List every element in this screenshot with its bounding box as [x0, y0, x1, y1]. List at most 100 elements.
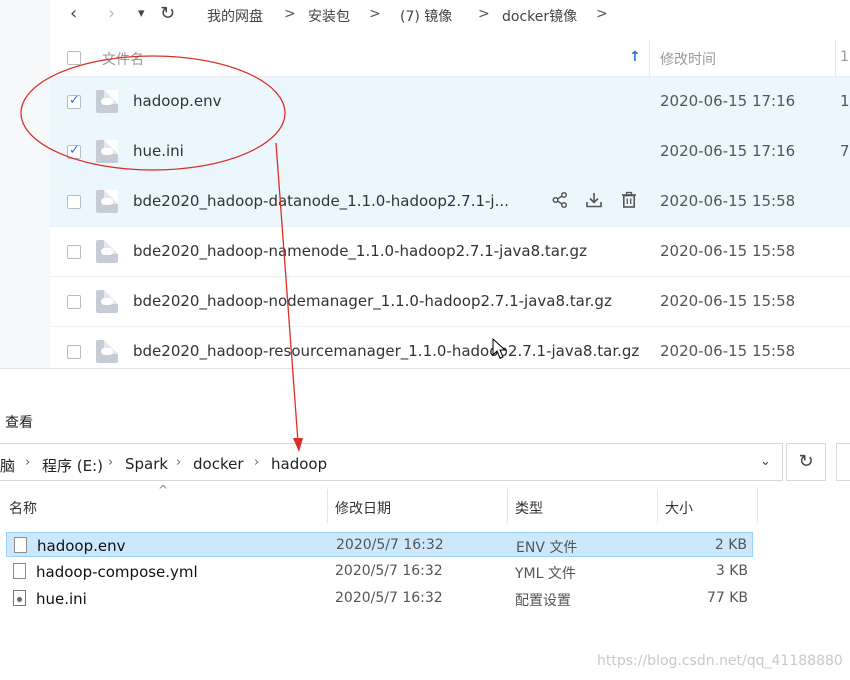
address-separator-icon[interactable]: › [254, 455, 259, 470]
breadcrumb-separator: > [478, 6, 490, 22]
file-row[interactable]: bde2020_hadoop-datanode_1.1.0-hadoop2.7.… [50, 177, 850, 227]
column-header-date[interactable]: 修改日期 [335, 498, 391, 518]
row-checkbox[interactable]: ✓ [67, 143, 81, 159]
file-name[interactable]: hadoop.env [37, 537, 125, 555]
config-file-icon [13, 590, 26, 606]
file-type: 配置设置 [515, 593, 571, 609]
file-name[interactable]: hadoop-compose.yml [36, 563, 198, 581]
address-bar[interactable]: 脑 › 程序 (E:) › Spark › docker › hadoop ⌄ [0, 443, 783, 481]
sort-ascending-icon[interactable]: ↑ [629, 49, 641, 65]
column-header-extra[interactable]: 1 [840, 49, 849, 65]
file-row[interactable]: ✓ hadoop.env 2020-06-15 17:16 1 [50, 77, 850, 127]
file-row[interactable]: bde2020_hadoop-resourcemanager_1.1.0-had… [50, 327, 850, 368]
address-crumb-computer[interactable]: 脑 [0, 455, 15, 476]
address-crumb-drive[interactable]: 程序 (E:) [42, 455, 103, 476]
breadcrumb-separator: > [369, 6, 381, 22]
file-name[interactable]: bde2020_hadoop-namenode_1.1.0-hadoop2.7.… [133, 242, 587, 260]
file-date: 2020/5/7 16:32 [335, 563, 443, 579]
column-divider[interactable] [327, 489, 328, 523]
file-extra-column: 1 [840, 92, 850, 110]
file-name[interactable]: bde2020_hadoop-resourcemanager_1.1.0-had… [133, 342, 639, 360]
back-arrow-icon[interactable]: ‹ [70, 4, 77, 24]
address-separator-icon[interactable]: › [176, 455, 181, 470]
file-name[interactable]: hue.ini [133, 142, 184, 160]
explorer-refresh-button[interactable]: ↻ [786, 443, 826, 481]
column-header-name[interactable]: 名称 [9, 498, 37, 518]
address-history-chevron-icon[interactable]: ⌄ [760, 454, 771, 469]
column-divider[interactable] [657, 489, 658, 523]
file-icon [13, 563, 26, 579]
history-dropdown-icon[interactable]: ▾ [138, 4, 145, 24]
file-icon [96, 290, 118, 313]
column-divider[interactable] [835, 40, 836, 76]
file-name[interactable]: bde2020_hadoop-datanode_1.1.0-hadoop2.7.… [133, 192, 509, 210]
forward-arrow-icon[interactable]: › [108, 4, 115, 24]
file-icon [14, 537, 27, 553]
watermark: https://blog.csdn.net/qq_41188880 [597, 653, 843, 669]
share-icon[interactable] [550, 191, 570, 211]
column-divider[interactable] [507, 489, 508, 523]
file-icon [96, 240, 118, 263]
row-checkbox[interactable] [67, 295, 81, 309]
cloud-nav-bar: ‹ › ▾ ↻ 我的网盘 > 安装包 > (7) 镜像 > docker镜像 > [50, 0, 850, 30]
address-crumb-spark[interactable]: Spark [125, 455, 168, 473]
address-separator-icon[interactable]: › [25, 455, 30, 470]
download-icon[interactable] [584, 191, 604, 211]
column-divider[interactable] [757, 489, 758, 523]
file-type: YML 文件 [515, 566, 576, 582]
column-divider[interactable] [649, 40, 650, 76]
cloud-drive-panel: ‹ › ▾ ↻ 我的网盘 > 安装包 > (7) 镜像 > docker镜像 >… [0, 0, 850, 368]
breadcrumb-images[interactable]: (7) 镜像 [400, 6, 452, 26]
file-row[interactable]: bde2020_hadoop-nodemanager_1.1.0-hadoop2… [50, 277, 850, 327]
explorer-file-row[interactable]: hadoop.env 2020/5/7 16:32 ENV 文件 2 KB [6, 532, 753, 557]
file-icon [96, 190, 118, 213]
column-header-modified[interactable]: 修改时间 [660, 49, 716, 69]
mouse-cursor-icon [492, 338, 506, 359]
address-separator-icon[interactable]: › [108, 455, 113, 470]
file-modified-time: 2020-06-15 15:58 [660, 342, 796, 360]
breadcrumb-separator: > [284, 6, 296, 22]
checkmark-icon: ✓ [69, 93, 80, 108]
explorer-column-header: 名称 修改日期 类型 大小 [0, 489, 760, 523]
select-all-checkbox[interactable] [67, 51, 81, 65]
file-row[interactable]: bde2020_hadoop-namenode_1.1.0-hadoop2.7.… [50, 227, 850, 277]
panel-divider [0, 368, 850, 369]
file-name[interactable]: bde2020_hadoop-nodemanager_1.1.0-hadoop2… [133, 292, 612, 310]
column-header-filename[interactable]: 文件名 [102, 49, 144, 69]
cloud-column-header: 文件名 ↑ 修改时间 1 [50, 40, 850, 77]
trash-icon[interactable] [619, 191, 639, 211]
file-modified-time: 2020-06-15 15:58 [660, 192, 796, 210]
file-icon [96, 140, 118, 163]
breadcrumb-docker-images[interactable]: docker镜像 [502, 6, 577, 26]
cloud-sidebar-strip [0, 0, 50, 368]
file-modified-time: 2020-06-15 17:16 [660, 92, 796, 110]
file-name[interactable]: hue.ini [36, 590, 87, 608]
ribbon-tab-view[interactable]: 查看 [5, 412, 33, 432]
row-checkbox[interactable] [67, 195, 81, 209]
file-type: ENV 文件 [516, 540, 578, 556]
breadcrumb-my-drive[interactable]: 我的网盘 [207, 6, 263, 26]
explorer-file-row[interactable]: hadoop-compose.yml 2020/5/7 16:32 YML 文件… [6, 559, 753, 584]
file-modified-time: 2020-06-15 15:58 [660, 292, 796, 310]
address-crumb-hadoop[interactable]: hadoop [271, 455, 327, 473]
row-checkbox[interactable] [67, 245, 81, 259]
breadcrumb-separator: > [596, 6, 608, 22]
search-input[interactable] [836, 443, 850, 481]
address-crumb-docker[interactable]: docker [193, 455, 244, 473]
row-checkbox[interactable] [67, 345, 81, 359]
column-header-size[interactable]: 大小 [665, 498, 693, 518]
file-date: 2020/5/7 16:32 [336, 537, 444, 553]
explorer-file-row[interactable]: hue.ini 2020/5/7 16:32 配置设置 77 KB [6, 586, 753, 611]
refresh-icon[interactable]: ↻ [160, 4, 175, 24]
file-name[interactable]: hadoop.env [133, 92, 221, 110]
checkmark-icon: ✓ [69, 143, 80, 158]
breadcrumb-install-packages[interactable]: 安装包 [308, 6, 350, 26]
file-modified-time: 2020-06-15 17:16 [660, 142, 796, 160]
file-row[interactable]: ✓ hue.ini 2020-06-15 17:16 7 [50, 127, 850, 177]
file-size: 3 KB [715, 563, 748, 579]
column-header-type[interactable]: 类型 [515, 498, 543, 518]
file-size: 77 KB [706, 590, 748, 606]
file-date: 2020/5/7 16:32 [335, 590, 443, 606]
file-icon [96, 340, 118, 363]
row-checkbox[interactable]: ✓ [67, 93, 81, 109]
